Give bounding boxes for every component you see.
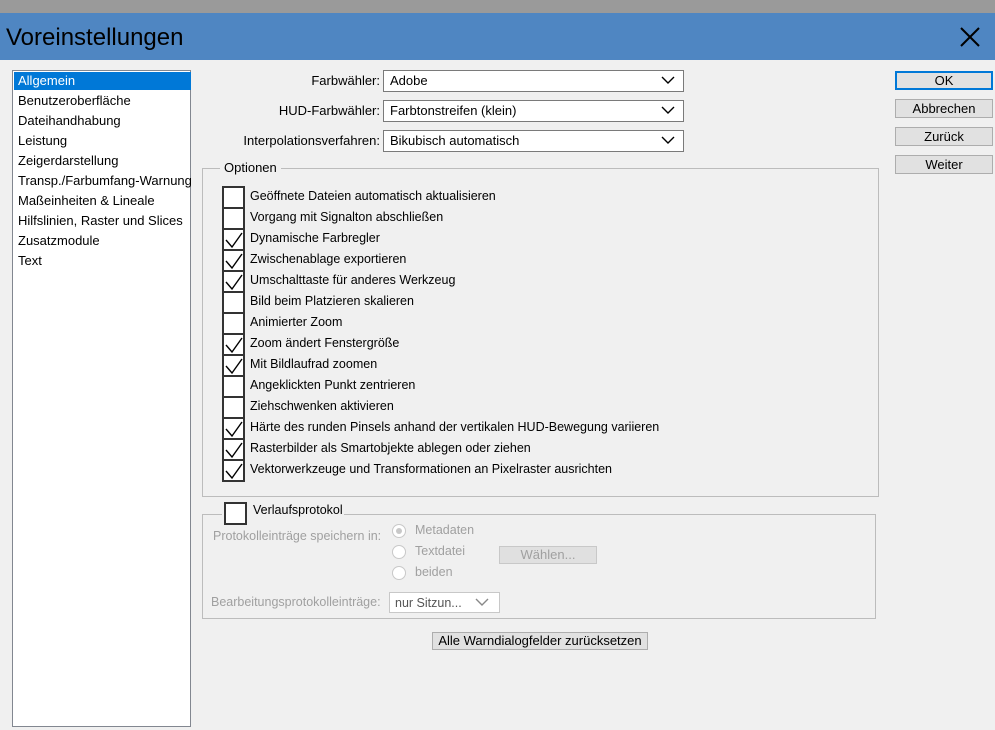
option-row[interactable]: Animierter Zoom — [222, 312, 862, 335]
interpolation-label: Interpolationsverfahren: — [243, 133, 380, 148]
farbwaehler-value: Adobe — [390, 73, 428, 88]
option-row[interactable]: Mit Bildlaufrad zoomen — [222, 354, 862, 377]
reset-warnings-button[interactable]: Alle Warndialogfelder zurücksetzen — [432, 632, 648, 650]
radio-textdatei-label: Textdatei — [415, 544, 466, 558]
option-row[interactable]: Dynamische Farbregler — [222, 228, 862, 251]
sidebar-item-masseinheiten[interactable]: Maßeinheiten & Lineale — [14, 192, 191, 210]
sidebar-item-transparenz[interactable]: Transp./Farbumfang-Warnung — [14, 172, 191, 190]
history-save-label: Protokolleinträge speichern in: — [213, 529, 382, 543]
checkmark-icon — [225, 253, 243, 270]
history-checkbox[interactable] — [224, 502, 247, 525]
hud-farbwaehler-select[interactable]: Farbtonstreifen (klein) — [383, 100, 684, 122]
chevron-down-icon — [661, 76, 675, 84]
chevron-down-icon — [661, 106, 675, 114]
checkmark-icon — [225, 442, 243, 459]
sidebar-item-benutzeroberflaeche[interactable]: Benutzeroberfläche — [14, 92, 191, 110]
option-row[interactable]: Härte des runden Pinsels anhand der vert… — [222, 417, 862, 440]
option-label: Vektorwerkzeuge und Transformationen an … — [250, 462, 612, 476]
choose-button[interactable]: Wählen... — [499, 546, 597, 564]
option-label: Zoom ändert Fenstergröße — [250, 336, 400, 350]
sidebar-item-zusatzmodule[interactable]: Zusatzmodule — [14, 232, 191, 250]
cancel-button[interactable]: Abbrechen — [895, 99, 993, 118]
radio-beiden[interactable] — [392, 566, 406, 580]
option-row[interactable]: Rasterbilder als Smartobjekte ablegen od… — [222, 438, 862, 461]
option-row[interactable]: Geöffnete Dateien automatisch aktualisie… — [222, 186, 862, 209]
history-label: Verlaufsprotokol — [253, 503, 343, 517]
checkmark-icon — [225, 358, 243, 375]
checkmark-icon — [225, 421, 243, 438]
title-bar: Voreinstellungen — [0, 13, 995, 60]
option-label: Dynamische Farbregler — [250, 231, 380, 245]
option-label: Angeklickten Punkt zentrieren — [250, 378, 416, 392]
option-label: Umschalttaste für anderes Werkzeug — [250, 273, 456, 287]
hud-farbwaehler-value: Farbtonstreifen (klein) — [390, 103, 517, 118]
radio-beiden-label: beiden — [415, 565, 453, 579]
radio-metadaten-label: Metadaten — [415, 523, 475, 537]
option-checkbox[interactable] — [222, 396, 245, 419]
back-button[interactable]: Zurück — [895, 127, 993, 146]
option-row[interactable]: Angeklickten Punkt zentrieren — [222, 375, 862, 398]
interpolation-select[interactable]: Bikubisch automatisch — [383, 130, 684, 152]
hud-farbwaehler-label: HUD-Farbwähler: — [278, 103, 380, 118]
radio-metadaten[interactable] — [392, 524, 406, 538]
option-checkbox[interactable] — [222, 417, 245, 440]
option-label: Bild beim Platzieren skalieren — [250, 294, 414, 308]
radio-textdatei[interactable] — [392, 545, 406, 559]
sidebar-item-zeigerdarstellung[interactable]: Zeigerdarstellung — [14, 152, 191, 170]
option-label: Animierter Zoom — [250, 315, 343, 329]
option-row[interactable]: Vorgang mit Signalton abschließen — [222, 207, 862, 230]
option-row[interactable]: Zwischenablage exportieren — [222, 249, 862, 272]
close-icon — [960, 27, 980, 47]
option-row[interactable]: Umschalttaste für anderes Werkzeug — [222, 270, 862, 293]
category-list: Allgemein Benutzeroberfläche Dateihandha… — [12, 70, 191, 727]
history-legend: Verlaufsprotokol — [222, 501, 344, 525]
option-checkbox[interactable] — [222, 354, 245, 377]
next-button[interactable]: Weiter — [895, 155, 993, 174]
option-label: Geöffnete Dateien automatisch aktualisie… — [250, 189, 496, 203]
option-checkbox[interactable] — [222, 228, 245, 251]
sidebar-item-text[interactable]: Text — [14, 252, 191, 270]
option-row[interactable]: Vektorwerkzeuge und Transformationen an … — [222, 459, 862, 482]
option-checkbox[interactable] — [222, 207, 245, 230]
option-label: Ziehschwenken aktivieren — [250, 399, 394, 413]
window-title: Voreinstellungen — [6, 24, 184, 51]
edit-history-label: Bearbeitungsprotokolleinträge: — [211, 595, 381, 609]
options-legend: Optionen — [220, 160, 281, 176]
edit-history-select[interactable]: nur Sitzun... — [389, 592, 500, 613]
option-label: Rasterbilder als Smartobjekte ablegen od… — [250, 441, 531, 455]
option-label: Zwischenablage exportieren — [250, 252, 407, 266]
chevron-down-icon — [661, 136, 675, 144]
edit-history-value: nur Sitzun... — [395, 596, 462, 610]
option-label: Mit Bildlaufrad zoomen — [250, 357, 378, 371]
checkmark-icon — [225, 463, 243, 480]
farbwaehler-select[interactable]: Adobe — [383, 70, 684, 92]
farbwaehler-label: Farbwähler: — [311, 73, 380, 88]
option-checkbox[interactable] — [222, 249, 245, 272]
option-checkbox[interactable] — [222, 375, 245, 398]
option-checkbox[interactable] — [222, 333, 245, 356]
option-checkbox[interactable] — [222, 459, 245, 482]
option-checkbox[interactable] — [222, 270, 245, 293]
checkmark-icon — [225, 232, 243, 249]
option-checkbox[interactable] — [222, 312, 245, 335]
option-checkbox[interactable] — [222, 291, 245, 314]
chevron-down-icon — [475, 598, 489, 606]
interpolation-value: Bikubisch automatisch — [390, 133, 520, 148]
option-label: Härte des runden Pinsels anhand der vert… — [250, 420, 660, 434]
close-button[interactable] — [950, 19, 990, 55]
ok-button[interactable]: OK — [895, 71, 993, 90]
sidebar-item-allgemein[interactable]: Allgemein — [14, 72, 191, 90]
option-row[interactable]: Bild beim Platzieren skalieren — [222, 291, 862, 314]
sidebar-item-dateihandhabung[interactable]: Dateihandhabung — [14, 112, 191, 130]
top-strip — [0, 0, 995, 13]
option-checkbox[interactable] — [222, 186, 245, 209]
option-row[interactable]: Ziehschwenken aktivieren — [222, 396, 862, 419]
checkmark-icon — [225, 337, 243, 354]
option-label: Vorgang mit Signalton abschließen — [250, 210, 444, 224]
sidebar-item-leistung[interactable]: Leistung — [14, 132, 191, 150]
checkmark-icon — [225, 274, 243, 291]
option-checkbox[interactable] — [222, 438, 245, 461]
option-row[interactable]: Zoom ändert Fenstergröße — [222, 333, 862, 356]
sidebar-item-hilfslinien[interactable]: Hilfslinien, Raster und Slices — [14, 212, 191, 230]
